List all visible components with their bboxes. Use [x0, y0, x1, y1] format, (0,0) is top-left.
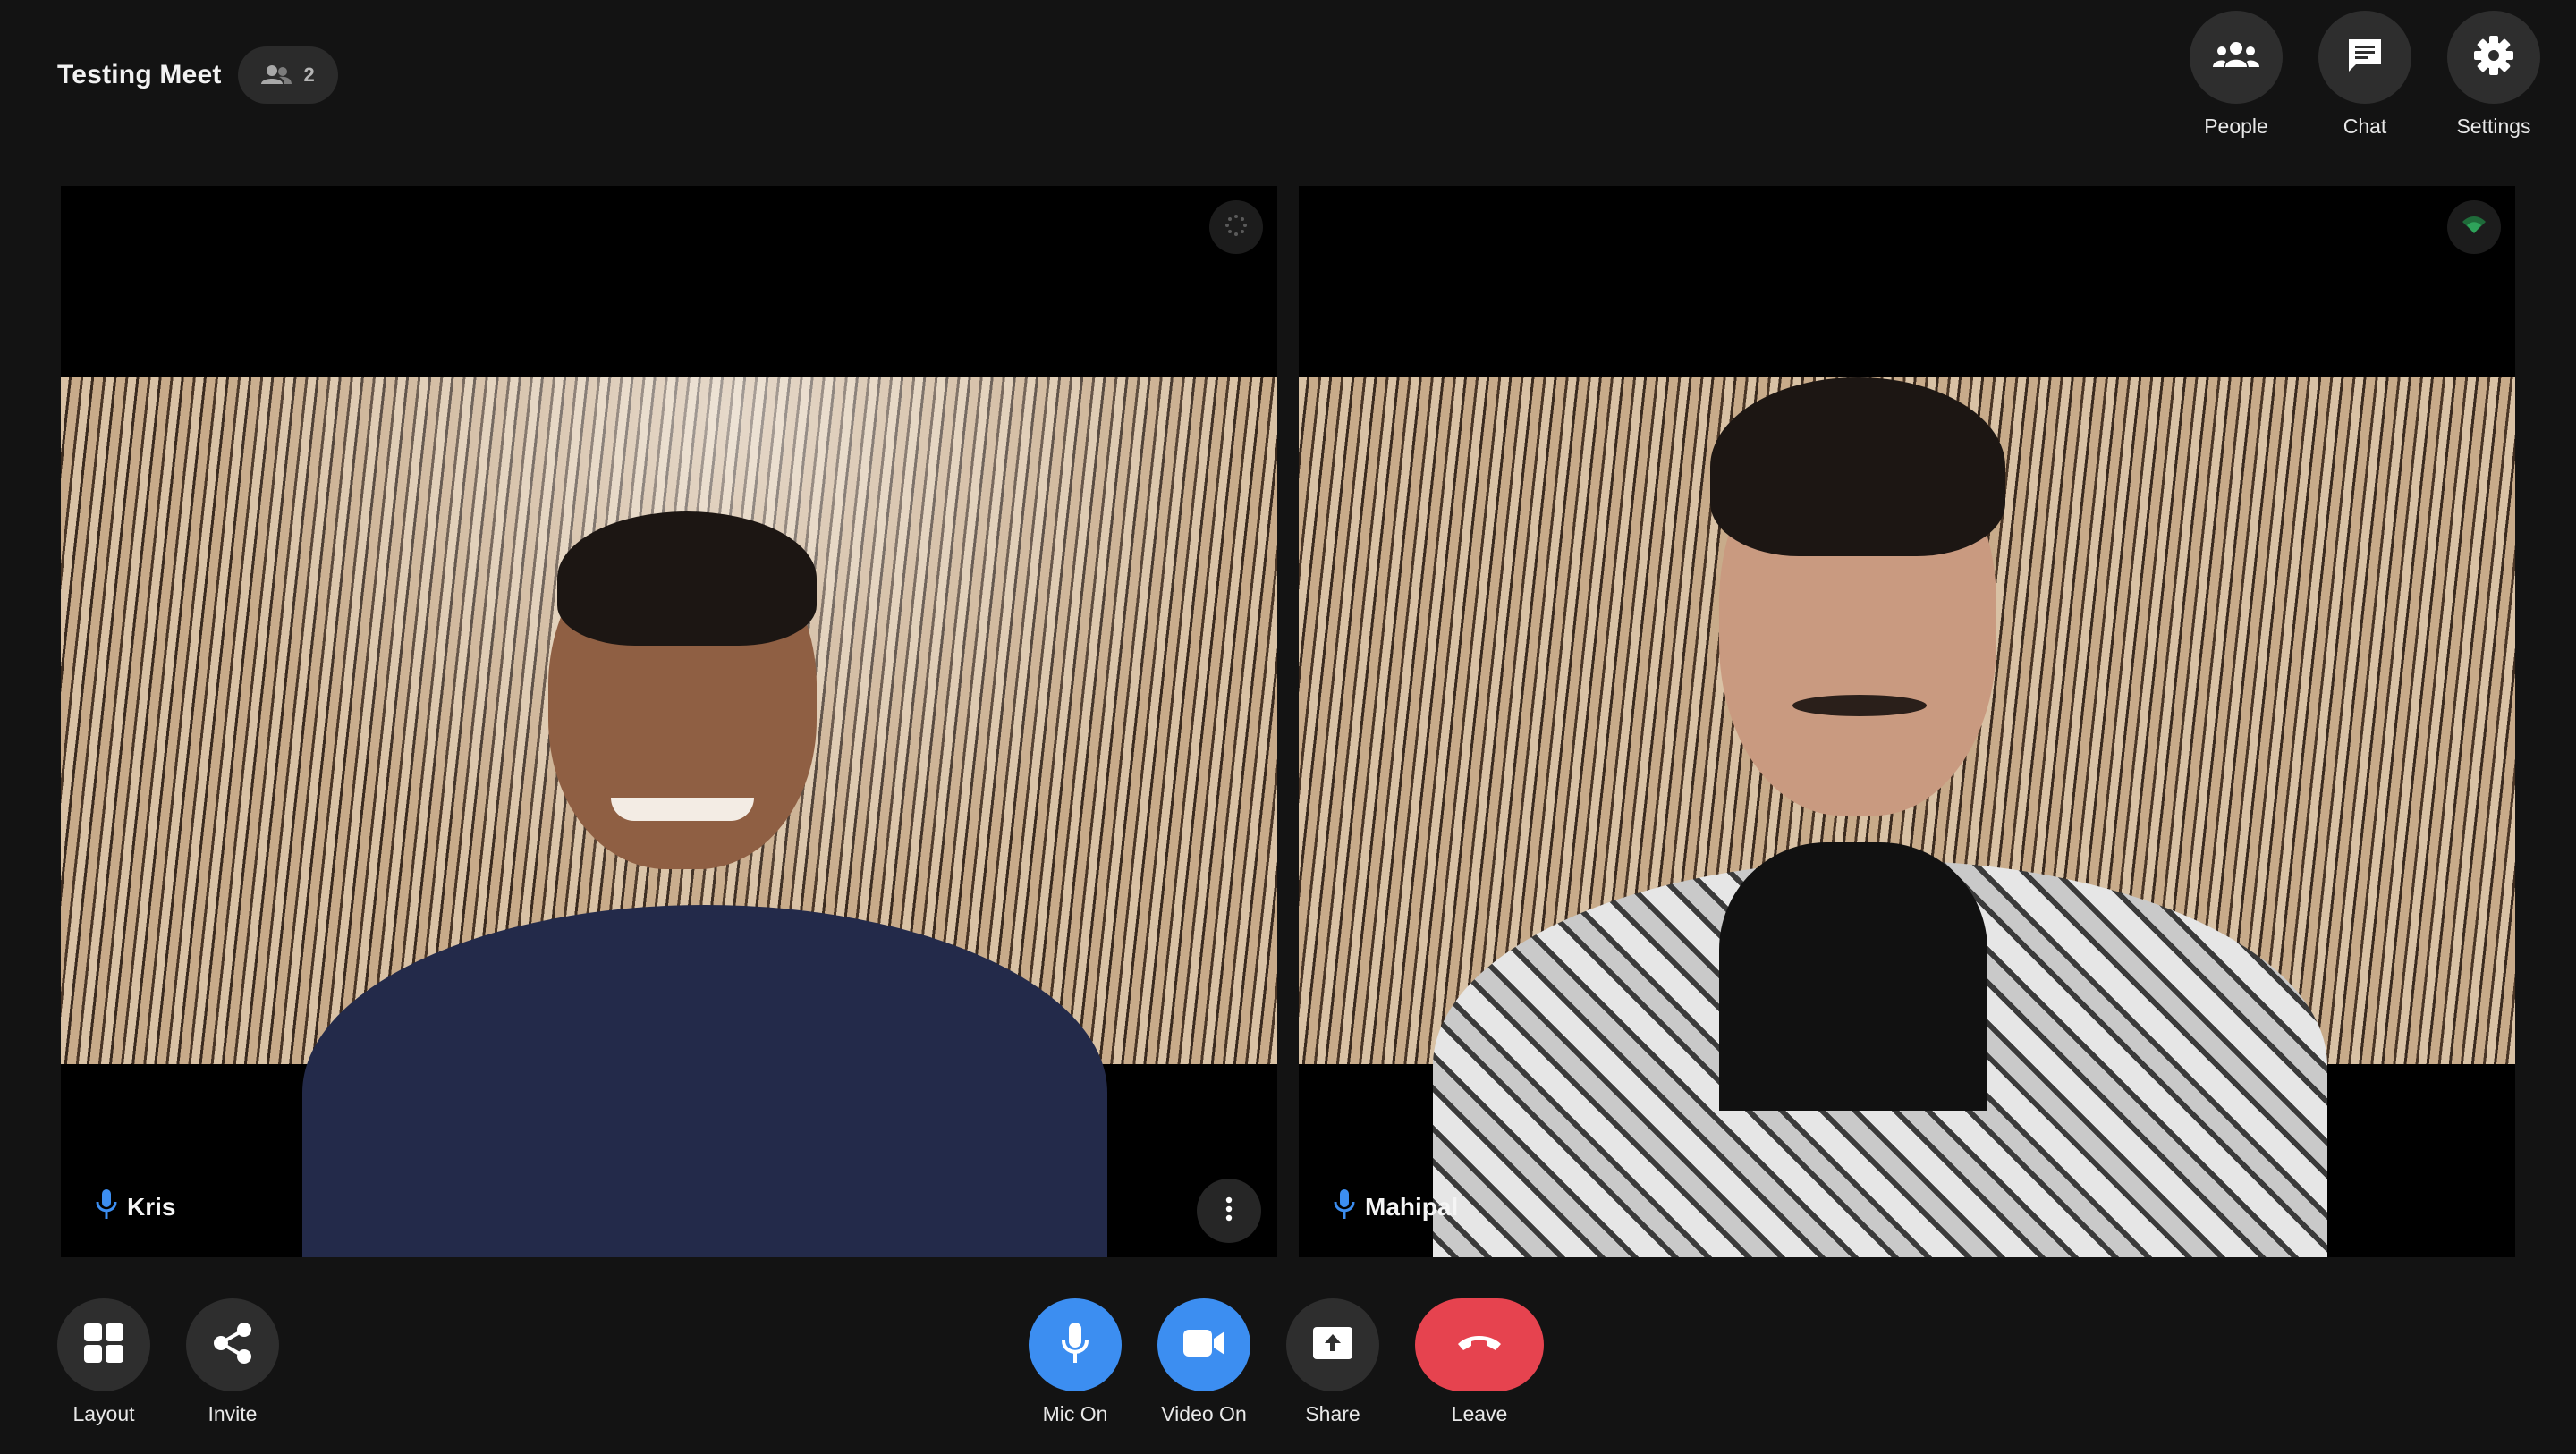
leave-button[interactable]: Leave — [1415, 1298, 1544, 1426]
connection-status — [2447, 200, 2501, 254]
participants-icon — [260, 64, 292, 86]
meeting-header: Testing Meet 2 — [57, 45, 338, 106]
invite-label: Invite — [208, 1402, 258, 1425]
people-button[interactable]: People — [2190, 11, 2283, 139]
video-label: Video On — [1161, 1402, 1247, 1425]
wifi-signal-icon — [2462, 216, 2487, 240]
video-toggle-button[interactable]: Video On — [1157, 1298, 1250, 1426]
share-label: Share — [1305, 1402, 1360, 1425]
people-icon — [2212, 40, 2260, 75]
participant-name: Mahipal — [1365, 1192, 1459, 1221]
participant-name: Kris — [127, 1192, 176, 1221]
settings-button[interactable]: Settings — [2447, 11, 2540, 139]
video-feed-kris — [61, 377, 1277, 1257]
gear-icon — [2473, 35, 2514, 80]
mic-label: Mic On — [1042, 1402, 1108, 1425]
mic-icon — [1060, 1322, 1090, 1369]
participant-name-tag: Mahipal — [1333, 1188, 1458, 1225]
bottom-left-controls: Layout Invite — [57, 1298, 279, 1426]
call-controls: Mic On Video On Share Leave — [1029, 1298, 1544, 1426]
share-screen-button[interactable]: Share — [1286, 1298, 1379, 1426]
connection-status — [1209, 200, 1263, 254]
tile-options-button[interactable] — [1197, 1179, 1261, 1243]
leave-label: Leave — [1451, 1402, 1508, 1425]
settings-label: Settings — [2456, 114, 2531, 138]
more-vertical-icon — [1225, 1196, 1233, 1226]
video-tile-mahipal[interactable]: Mahipal — [1299, 186, 2515, 1257]
participant-count-badge[interactable]: 2 — [237, 46, 338, 104]
meeting-title: Testing Meet — [57, 60, 222, 89]
video-tile-kris[interactable]: Kris — [61, 186, 1277, 1257]
invite-button[interactable]: Invite — [186, 1298, 279, 1426]
mic-icon — [95, 1188, 118, 1225]
layout-button[interactable]: Layout — [57, 1298, 150, 1426]
meeting-app: Testing Meet 2 People Chat Settings Kris… — [0, 0, 2576, 1454]
grid-icon — [83, 1323, 124, 1368]
participant-name-tag: Kris — [95, 1188, 175, 1225]
layout-label: Layout — [72, 1402, 135, 1425]
camera-icon — [1182, 1328, 1225, 1363]
chat-label: Chat — [2343, 114, 2387, 138]
header-actions: People Chat Settings — [2190, 11, 2540, 139]
chat-icon — [2345, 36, 2385, 80]
loading-spinner-icon — [1224, 214, 1248, 241]
mic-icon — [1333, 1188, 1356, 1225]
share-nodes-icon — [212, 1322, 253, 1369]
participant-count: 2 — [303, 63, 315, 86]
mic-toggle-button[interactable]: Mic On — [1029, 1298, 1122, 1426]
people-label: People — [2204, 114, 2268, 138]
video-feed-mahipal — [1299, 377, 2515, 1257]
chat-button[interactable]: Chat — [2318, 11, 2411, 139]
hang-up-icon — [1456, 1333, 1503, 1357]
screen-share-icon — [1312, 1326, 1353, 1365]
participant-figure — [302, 905, 1107, 1257]
